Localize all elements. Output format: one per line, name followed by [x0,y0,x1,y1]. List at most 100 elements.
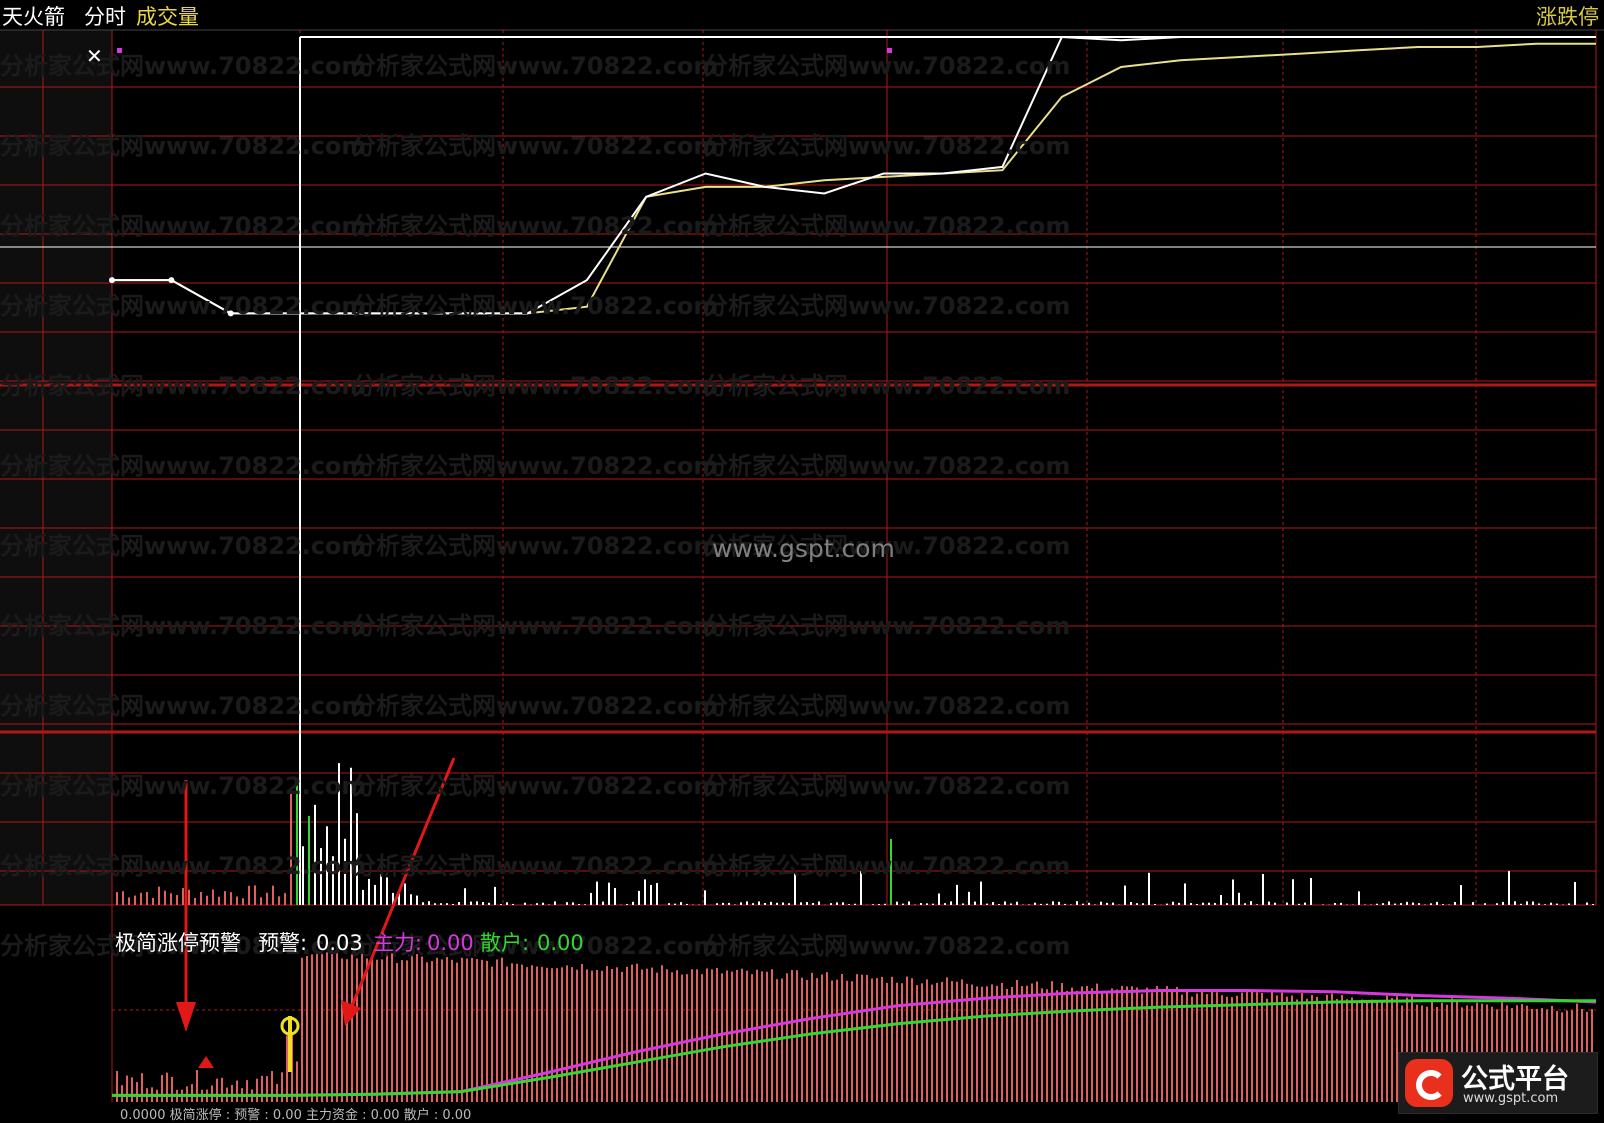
limit-label[interactable]: 涨跌停 [1536,4,1599,30]
volume-bar [422,902,424,905]
retail-label: 散户: [480,930,529,956]
volume-bar [896,902,898,905]
volume-bar [926,903,928,905]
indicator-bar [756,970,758,1102]
indicator-bar [1326,995,1328,1102]
volume-bar [1502,902,1504,905]
indicator-bar [1296,999,1298,1102]
indicator-bar [1116,990,1118,1102]
volume-bar [1382,903,1384,905]
indicator-bar [566,965,568,1102]
volume-bar [1220,895,1222,905]
indicator-bar [536,967,538,1102]
indicator-bar [946,977,948,1102]
indicator-bar [736,970,738,1102]
volume-bar [602,902,604,905]
time-share-chart[interactable]: 分析家公式网www.70822.com分析家公式网www.70822.com分析… [0,0,1604,1116]
indicator-bar [1281,993,1283,1102]
volume-bar [1454,902,1456,905]
indicator-bar [476,959,478,1102]
main-force-line [112,991,1596,1096]
indicator-bar [966,984,968,1102]
price-dot [109,277,115,283]
volume-bar [140,893,142,905]
indicator-bar [1316,997,1318,1102]
volume-bar [224,891,226,905]
indicator-bar [646,969,648,1102]
volume-bar [1472,902,1474,905]
volume-bar [608,883,610,905]
indicator-bar [826,972,828,1102]
indicator-bar [581,964,583,1102]
indicator-bar [306,956,308,1102]
volume-bar [368,879,370,905]
volume-bar [1514,901,1516,905]
volume-bar [986,904,988,905]
indicator-bar [456,963,458,1102]
tab-time-share[interactable]: 分时 [84,4,126,30]
indicator-bar [271,1071,273,1102]
indicator-name: 极简涨停预警 [115,930,241,956]
indicator-bar [1311,995,1313,1102]
indicator-bar [1001,983,1003,1102]
indicator-bar [726,971,728,1102]
indicator-bar [371,958,373,1102]
indicator-bar [1026,986,1028,1102]
volume-bar [1148,873,1150,905]
indicator-bar [666,969,668,1102]
volume-bar [230,892,232,905]
indicator-bar [886,983,888,1102]
indicator-bar [841,974,843,1102]
volume-bar [566,902,568,905]
logo-url: www.gspt.com [1463,1091,1558,1106]
indicator-bar [496,959,498,1102]
volume-bar [836,902,838,905]
indicator-bar [1391,998,1393,1102]
indicator-bar [1111,988,1113,1102]
tab-volume[interactable]: 成交量 [136,4,199,30]
indicator-bar [1331,994,1333,1102]
indicator-bar [706,968,708,1102]
indicator-bar [571,967,573,1102]
indicator-bar [901,983,903,1102]
indicator-bar [341,958,343,1102]
volume-bar [500,904,502,905]
volume-bar [590,893,592,905]
indicator-bar [1176,987,1178,1102]
indicator-bar [1226,997,1228,1102]
volume-bar [512,904,514,905]
volume-bar [134,896,136,905]
indicator-bar [326,952,328,1102]
indicator-bar [376,960,378,1102]
volume-bar [812,903,814,905]
indicator-bar [781,978,783,1102]
volume-bar [674,904,676,905]
volume-bar [1052,901,1054,905]
indicator-bar [876,978,878,1102]
indicator-bar [546,968,548,1102]
volume-bar [842,902,844,905]
indicator-bar [486,961,488,1102]
volume-bar [416,896,418,905]
volume-bar [314,805,316,905]
volume-bar [872,904,874,905]
volume-bar [164,891,166,905]
volume-bar [1274,903,1276,905]
indicator-bar [871,979,873,1102]
indicator-bar [331,951,333,1102]
indicator-bar [1306,999,1308,1102]
arrow-head [176,1002,196,1032]
volume-bar [200,892,202,905]
volume-bar [470,902,472,905]
indicator-bar [301,958,303,1102]
indicator-bar [746,971,748,1102]
indicator-bar [1131,986,1133,1102]
indicator-bar [636,964,638,1102]
volume-bar [830,903,832,905]
indicator-bar [696,969,698,1102]
indicator-bar [236,1081,238,1102]
volume-bar [806,902,808,905]
close-icon[interactable]: ✕ [86,44,103,68]
volume-bar [728,903,730,905]
volume-bar [1388,901,1390,905]
